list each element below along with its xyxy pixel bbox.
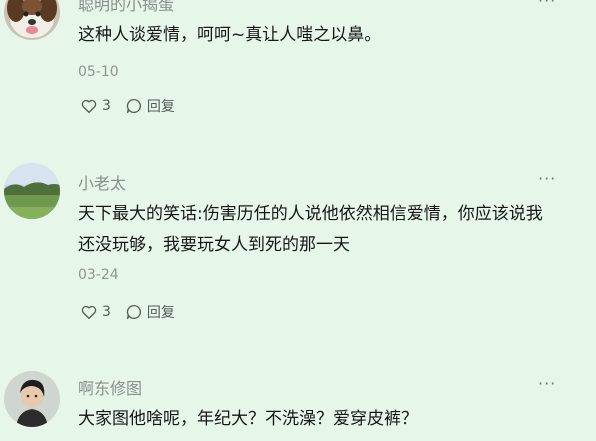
more-options-icon[interactable]: ··· [538, 374, 556, 393]
like-button[interactable]: 3 [80, 97, 111, 115]
reply-label: 回复 [146, 305, 175, 321]
landscape-avatar-icon [4, 163, 60, 219]
username[interactable]: 聪明的小揭蛋 [78, 0, 174, 15]
reply-label: 回复 [146, 99, 175, 115]
comment-date: 05-10 [78, 64, 119, 80]
more-options-icon[interactable]: ··· [538, 169, 556, 188]
reply-bubble-icon [126, 98, 141, 114]
like-count: 3 [102, 304, 111, 320]
comment-list: 聪明的小揭蛋 ··· 这种人谈爱情，呵呵~真让人嗤之以鼻。 05-10 3 回复 [0, 0, 596, 441]
more-options-icon[interactable]: ··· [538, 0, 556, 10]
username[interactable]: 小老太 [78, 170, 126, 194]
avatar[interactable] [4, 163, 60, 219]
reply-button[interactable]: 回复 [125, 96, 175, 116]
like-button[interactable]: 3 [80, 303, 111, 321]
comment-date: 03-24 [78, 267, 119, 283]
dog-avatar-icon [4, 0, 60, 40]
avatar[interactable] [4, 0, 60, 40]
heart-icon [81, 99, 97, 114]
comment-actions: 3 回复 [80, 96, 175, 116]
username[interactable]: 啊东修图 [78, 375, 142, 399]
comment-text: 这种人谈爱情，呵呵~真让人嗤之以鼻。 [78, 25, 382, 45]
comment-actions: 3 回复 [80, 302, 175, 322]
like-count: 3 [102, 98, 111, 114]
heart-icon [81, 305, 97, 320]
comment-item: 聪明的小揭蛋 ··· 这种人谈爱情，呵呵~真让人嗤之以鼻。 05-10 3 回复 [0, 0, 596, 150]
reply-button[interactable]: 回复 [125, 302, 175, 322]
avatar[interactable] [4, 371, 60, 427]
reply-bubble-icon [126, 304, 141, 320]
comment-item: 小老太 ··· 天下最大的笑话:伤害历任的人说他依然相信爱情，你应该说我还没玩够… [0, 150, 596, 355]
comment-text: 天下最大的笑话:伤害历任的人说他依然相信爱情，你应该说我还没玩够，我要玩女人到死… [78, 204, 543, 255]
comment-item: 啊东修图 ··· 大家图他啥呢，年纪大？不洗澡？爱穿皮裤？ [0, 355, 596, 441]
person-avatar-icon [4, 371, 60, 427]
comment-text: 大家图他啥呢，年纪大？不洗澡？爱穿皮裤？ [78, 409, 418, 429]
